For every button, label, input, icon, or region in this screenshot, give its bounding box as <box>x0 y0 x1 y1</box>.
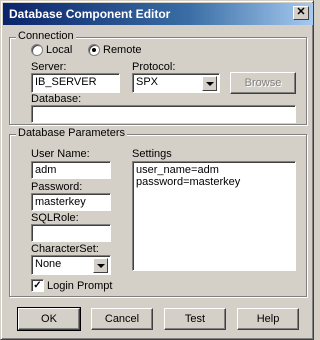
login-prompt-label[interactable]: Login Prompt <box>47 280 112 292</box>
charset-value: None <box>35 258 62 270</box>
connection-group-label: Connection <box>16 30 76 42</box>
database-component-editor-dialog: Database Component Editor ✕ Connection L… <box>0 0 314 340</box>
password-label: Password: <box>31 181 83 193</box>
chevron-down-icon[interactable] <box>202 76 217 91</box>
title-bar[interactable]: Database Component Editor ✕ <box>3 3 313 25</box>
server-label: Server: <box>31 61 67 73</box>
remote-radio-label[interactable]: Remote <box>103 44 142 56</box>
database-parameters-group-label: Database Parameters <box>16 127 127 139</box>
chevron-down-icon[interactable] <box>93 258 108 273</box>
charset-label: CharacterSet: <box>31 243 99 255</box>
settings-line-username: user_name=adm <box>136 164 219 176</box>
close-icon: ✕ <box>296 6 306 18</box>
database-label: Database: <box>31 93 82 105</box>
browse-button[interactable]: Browse <box>230 72 296 94</box>
login-prompt-checkbox[interactable]: ✓ <box>31 279 44 292</box>
local-radio-label[interactable]: Local <box>46 44 72 56</box>
protocol-select[interactable]: SPX <box>132 73 220 93</box>
ok-button[interactable]: OK <box>17 307 81 331</box>
username-input[interactable]: adm <box>31 161 111 179</box>
close-button[interactable]: ✕ <box>293 6 309 20</box>
settings-line-password: password=masterkey <box>136 176 241 188</box>
local-radio[interactable] <box>31 44 43 56</box>
protocol-label: Protocol: <box>132 61 176 73</box>
help-button[interactable]: Help <box>237 308 299 330</box>
charset-select[interactable]: None <box>31 255 111 275</box>
cancel-button[interactable]: Cancel <box>91 308 153 330</box>
sqlrole-label: SQLRole: <box>31 212 79 224</box>
test-button[interactable]: Test <box>164 308 226 330</box>
settings-memo[interactable]: user_name=adm password=masterkey <box>132 161 296 271</box>
server-input[interactable]: IB_SERVER <box>31 73 120 93</box>
protocol-value: SPX <box>136 76 159 88</box>
window-title: Database Component Editor <box>9 7 171 21</box>
password-input[interactable]: masterkey <box>31 193 111 211</box>
settings-label: Settings <box>132 148 172 160</box>
database-input[interactable] <box>31 105 296 123</box>
remote-radio[interactable] <box>88 44 100 56</box>
sqlrole-input[interactable] <box>31 224 111 242</box>
check-icon: ✓ <box>33 280 42 291</box>
username-label: User Name: <box>31 148 90 160</box>
